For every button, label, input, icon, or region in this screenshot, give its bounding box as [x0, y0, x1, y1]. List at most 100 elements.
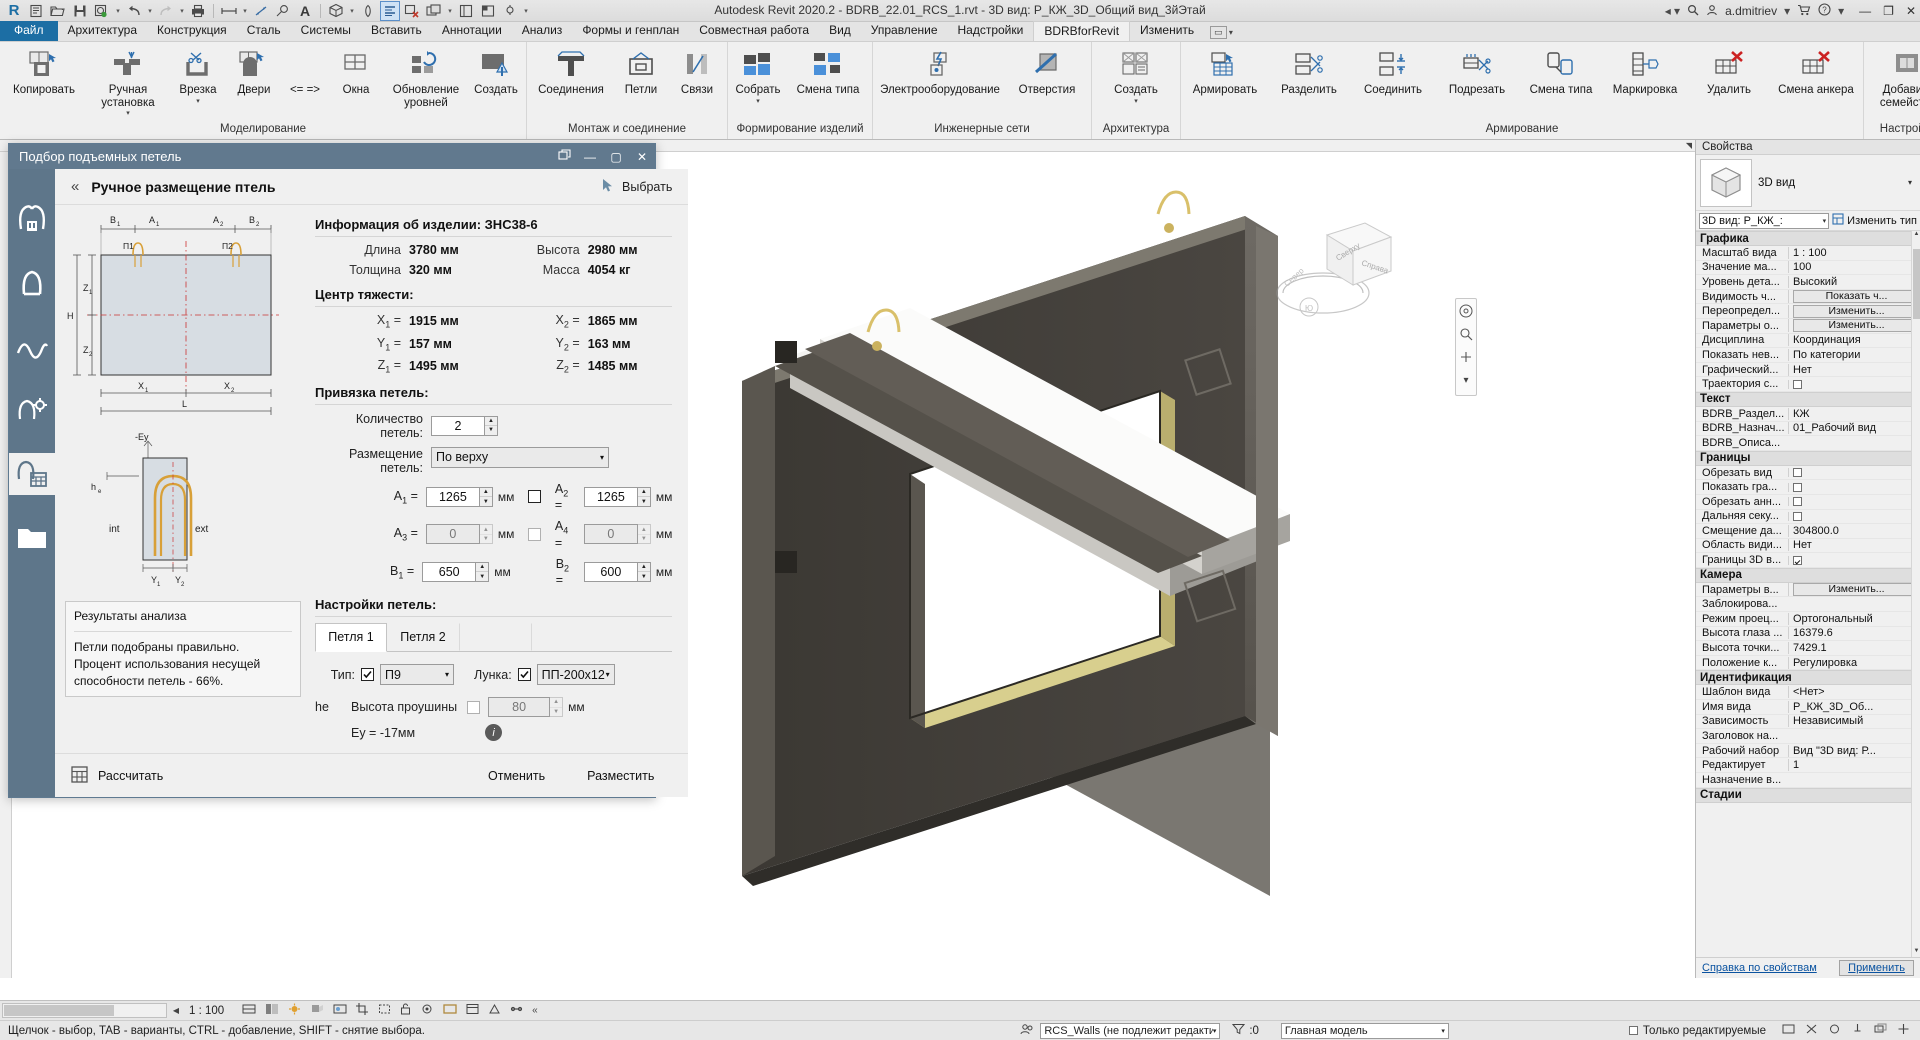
loop-anchor-icon[interactable]: [9, 261, 55, 303]
tag-icon[interactable]: [273, 1, 293, 21]
ribbon-tab-structure[interactable]: Конструкция: [147, 21, 237, 41]
b2-spin-buttons[interactable]: ▲ ▼: [637, 561, 651, 582]
shopping-cart-icon[interactable]: [1797, 4, 1811, 19]
ribbon-tab-architecture[interactable]: Архитектура: [58, 21, 148, 41]
chevron-down-icon[interactable]: ▾: [445, 670, 449, 679]
property-group-graphics[interactable]: Графика ▴: [1696, 231, 1920, 246]
ribbon-button-braces[interactable]: Связи: [669, 46, 725, 99]
property-value[interactable]: Вид "3D вид: Р...: [1788, 744, 1920, 757]
temporary-hide-isolate-icon[interactable]: [420, 1003, 434, 1018]
b1-stepper[interactable]: 650 ▲ ▼: [422, 561, 490, 582]
ribbon-button-trim-rebar[interactable]: Подрезать: [1435, 46, 1519, 99]
hole-select[interactable]: ПП-200х12 ▾: [536, 664, 615, 685]
loop-calc-icon[interactable]: [9, 389, 55, 431]
property-row[interactable]: Параметры в... Изменить...: [1696, 583, 1920, 598]
property-button[interactable]: Показать ч...: [1793, 290, 1920, 304]
dialog-minimize-button[interactable]: —: [577, 150, 603, 164]
view-instance-selector[interactable]: 3D вид: Р_КЖ_: ▾: [1699, 212, 1830, 229]
ribbon-tab-steel[interactable]: Сталь: [237, 21, 291, 41]
help-dropdown-icon[interactable]: ▾: [1838, 4, 1844, 18]
property-row[interactable]: Имя вида Р_КЖ_3D_Об...: [1696, 700, 1920, 715]
pick-element-button[interactable]: Выбрать: [601, 178, 672, 196]
chevron-down-icon[interactable]: ▾: [126, 110, 130, 117]
property-checkbox[interactable]: [1793, 482, 1802, 492]
property-group-phasing[interactable]: Стадии ▴: [1696, 787, 1920, 803]
ribbon-button-rebar-change-type[interactable]: Смена типа: [1519, 46, 1603, 99]
property-row[interactable]: Переопредел... Изменить...: [1696, 304, 1920, 319]
property-value[interactable]: [1788, 555, 1920, 565]
ribbon-tab-annotate[interactable]: Аннотации: [432, 21, 512, 41]
ribbon-tab-manage[interactable]: Управление: [861, 21, 948, 41]
exclude-options-icon[interactable]: [1805, 1023, 1818, 1038]
analytical-model-icon[interactable]: [488, 1003, 501, 1018]
ribbon-button-update-levels[interactable]: Обновление уровней: [384, 46, 468, 111]
main-model-icon[interactable]: [1782, 1023, 1795, 1038]
search-dropdown-icon[interactable]: ◂ ▾: [1665, 4, 1680, 18]
text-icon[interactable]: A: [295, 1, 315, 21]
chevron-down-icon[interactable]: ▾: [1441, 1027, 1445, 1035]
property-value[interactable]: 16379.6: [1788, 627, 1920, 640]
property-value[interactable]: Изменить...: [1788, 583, 1920, 597]
aligned-dimension-icon[interactable]: [251, 1, 271, 21]
ribbon-button-delete-rebar[interactable]: Удалить: [1687, 46, 1771, 99]
b2-stepper[interactable]: 600 ▲ ▼: [583, 561, 651, 582]
ribbon-tab-file[interactable]: Файл: [0, 21, 58, 41]
zoom-icon[interactable]: [1458, 326, 1474, 342]
constraints-icon[interactable]: [510, 1003, 523, 1018]
ribbon-button-rebar-tag[interactable]: Маркировка: [1603, 46, 1687, 99]
ribbon-button-copy[interactable]: Копировать: [2, 46, 86, 99]
view-collapse-icon[interactable]: ◥: [1686, 141, 1692, 150]
property-group-camera[interactable]: Камера ▴: [1696, 567, 1920, 583]
ribbon-tab-collaborate[interactable]: Совместная работа: [689, 21, 819, 41]
shadows-icon[interactable]: [310, 1003, 324, 1018]
property-value[interactable]: Показать ч...: [1788, 290, 1920, 304]
ribbon-button-join-rebar[interactable]: Соединить: [1351, 46, 1435, 99]
spin-up-icon[interactable]: ▲: [476, 563, 488, 572]
property-value[interactable]: Регулировка: [1788, 656, 1920, 669]
ribbon-tab-massing[interactable]: Формы и генплан: [572, 21, 689, 41]
ribbon-tab-insert[interactable]: Вставить: [361, 21, 432, 41]
save-icon[interactable]: [70, 1, 90, 21]
chevron-down-icon[interactable]: ▾: [1134, 98, 1138, 105]
ribbon-button-change-type[interactable]: Смена типа: [786, 46, 870, 99]
spin-down-icon[interactable]: ▼: [637, 571, 650, 581]
section-icon[interactable]: [358, 1, 378, 21]
property-value[interactable]: Ортогональный: [1788, 612, 1920, 625]
loop-table-icon[interactable]: [9, 453, 55, 495]
print-icon[interactable]: [188, 1, 208, 21]
chevron-down-icon[interactable]: ▾: [606, 670, 610, 679]
properties-selector-row[interactable]: 3D вид: Р_КЖ_: ▾ Изменить тип: [1696, 211, 1920, 231]
pan-icon[interactable]: [1458, 349, 1474, 365]
loop-count-spin-buttons[interactable]: ▲ ▼: [485, 415, 498, 436]
tab-loop-1[interactable]: Петля 1: [315, 623, 387, 652]
unlocked-3d-view-icon[interactable]: [400, 1003, 411, 1018]
calculate-button[interactable]: Рассчитать: [98, 769, 163, 783]
scroll-left-icon[interactable]: ◀: [167, 1006, 185, 1015]
undo-icon[interactable]: [124, 1, 144, 21]
type-selector-area[interactable]: 3D вид ▾: [1696, 155, 1920, 211]
ribbon-button-split-rebar[interactable]: Разделить: [1267, 46, 1351, 99]
lifting-loops-dialog[interactable]: Подбор подъемных петель — ▢ ✕ « Ручное р…: [8, 143, 689, 798]
spin-up-icon[interactable]: ▲: [638, 488, 650, 497]
property-row[interactable]: Обрезать анн...: [1696, 495, 1920, 510]
restore-window-button[interactable]: ❐: [1883, 4, 1894, 18]
loop-placement-select[interactable]: По верху ▾: [431, 446, 609, 468]
property-value[interactable]: [1788, 497, 1920, 507]
ribbon-button-add-family[interactable]: Добавитьсемейство: [1866, 46, 1920, 111]
property-button[interactable]: Изменить...: [1793, 304, 1920, 318]
editable-only-checkbox[interactable]: [1628, 1026, 1638, 1035]
property-row[interactable]: Дисциплина Координация: [1696, 334, 1920, 349]
filter-status[interactable]: :0: [1232, 1023, 1259, 1038]
properties-list[interactable]: Графика ▴ Масштаб вида 1 : 100 Значение м…: [1696, 231, 1920, 957]
temporary-view-properties-icon[interactable]: [466, 1003, 479, 1018]
hole-checkbox[interactable]: [517, 668, 531, 681]
property-row[interactable]: Обрезать вид: [1696, 466, 1920, 481]
account-name[interactable]: a.dmitriev: [1725, 4, 1777, 18]
eye-height-checkbox[interactable]: [467, 700, 481, 714]
spin-up-icon[interactable]: ▲: [485, 417, 497, 426]
account-icon[interactable]: [1706, 4, 1718, 19]
chevron-down-icon[interactable]: ▾: [1823, 217, 1827, 225]
a4-stepper[interactable]: 0 ▲ ▼: [583, 524, 651, 545]
property-row[interactable]: Смещение да... 304800.0: [1696, 524, 1920, 539]
tab-loop-3[interactable]: [459, 623, 531, 651]
